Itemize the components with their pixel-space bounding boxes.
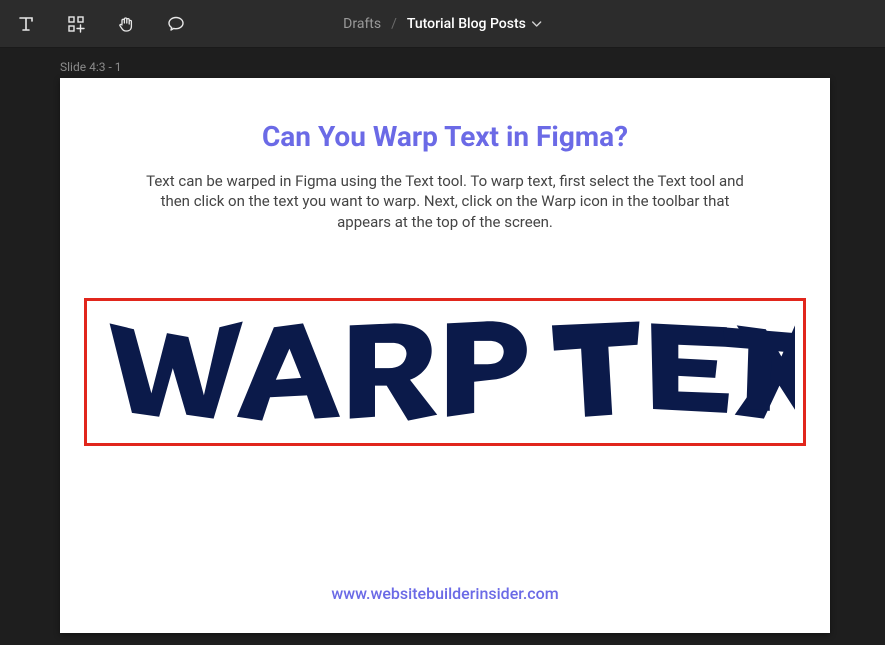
slide-title: Can You Warp Text in Figma? [60,120,830,153]
breadcrumb-separator: / [391,16,397,32]
breadcrumb-file[interactable]: Tutorial Blog Posts [407,16,542,32]
components-icon [66,14,86,34]
text-icon [16,14,36,34]
resources-tool-button[interactable] [62,10,90,38]
chevron-down-icon [532,19,542,29]
comment-icon [166,14,186,34]
canvas[interactable]: Slide 4:3 - 1 Can You Warp Text in Figma… [0,48,885,645]
top-toolbar: Drafts / Tutorial Blog Posts [0,0,885,48]
breadcrumb-drafts[interactable]: Drafts [343,16,381,32]
breadcrumb: Drafts / Tutorial Blog Posts [343,16,542,32]
frame-label[interactable]: Slide 4:3 - 1 [60,60,121,74]
warp-text-highlight [84,298,806,446]
warp-text-graphic [95,302,795,442]
slide-frame[interactable]: Can You Warp Text in Figma? Text can be … [60,78,830,633]
breadcrumb-file-label: Tutorial Blog Posts [407,16,526,32]
slide-footer-url: www.websitebuilderinsider.com [60,584,830,603]
slide-body: Text can be warped in Figma using the Te… [125,171,765,232]
hand-tool-button[interactable] [112,10,140,38]
tool-group [12,10,190,38]
hand-icon [116,14,136,34]
comment-tool-button[interactable] [162,10,190,38]
text-tool-button[interactable] [12,10,40,38]
